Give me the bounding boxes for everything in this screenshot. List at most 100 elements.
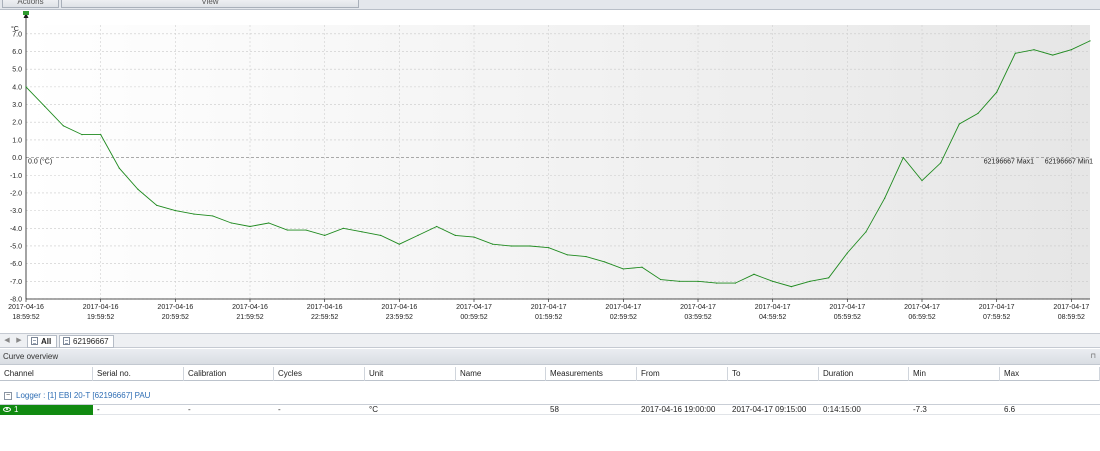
data-point <box>772 280 774 282</box>
x-tick-date: 2017-04-16 <box>232 304 268 311</box>
ribbon-tab-actions[interactable]: Actions <box>2 0 59 8</box>
column-header-serial[interactable]: Serial no. <box>93 367 184 381</box>
data-point <box>436 225 438 228</box>
x-tick-time: 19:59:52 <box>87 314 114 321</box>
column-header-from[interactable]: From <box>637 367 728 381</box>
ribbon-tab-view[interactable]: View <box>61 0 359 8</box>
x-tick-date: 2017-04-17 <box>456 304 492 311</box>
data-point <box>977 112 979 114</box>
data-point <box>884 197 886 199</box>
y-unit-label: °C <box>11 25 19 33</box>
tab-scroll-right-icon[interactable]: ▶ <box>14 336 24 346</box>
y-tick-label: -8.0 <box>10 297 22 304</box>
x-tick-date: 2017-04-17 <box>531 304 567 311</box>
x-tick-date: 2017-04-16 <box>157 304 193 311</box>
x-tick-time: 06:59:52 <box>908 314 935 321</box>
column-header-name[interactable]: Name <box>456 367 546 381</box>
data-point <box>548 247 550 249</box>
data-point <box>902 156 904 159</box>
logger-group-row[interactable]: − Logger : [1] EBI 20-T [62196667] PAU <box>0 389 1100 403</box>
x-tick-date: 2017-04-17 <box>904 304 940 311</box>
data-point <box>753 273 755 275</box>
data-point <box>734 282 736 284</box>
column-header-measurements[interactable]: Measurements <box>546 367 637 381</box>
data-point <box>324 234 326 236</box>
data-point <box>473 236 475 238</box>
table-header: Channel Serial no. Calibration Cycles Un… <box>0 367 1100 381</box>
data-point <box>1052 54 1054 56</box>
y-tick-label: 1.0 <box>12 137 22 144</box>
document-icon <box>63 337 70 345</box>
data-point <box>622 268 624 270</box>
data-point <box>716 282 718 284</box>
x-tick-time: 23:59:52 <box>386 314 413 321</box>
data-point <box>361 231 363 233</box>
channel-value: 1 <box>14 405 19 414</box>
column-header-duration[interactable]: Duration <box>819 367 909 381</box>
data-point <box>380 234 382 236</box>
column-header-min[interactable]: Min <box>909 367 1000 381</box>
data-point <box>118 167 120 169</box>
x-tick-date: 2017-04-17 <box>829 304 865 311</box>
x-tick-date: 2017-04-17 <box>1053 304 1089 311</box>
data-point <box>958 123 960 125</box>
x-tick-date: 2017-04-17 <box>680 304 716 311</box>
data-point <box>156 204 158 206</box>
data-point <box>193 213 195 215</box>
data-point <box>1070 49 1072 51</box>
y-tick-label: 5.0 <box>12 67 22 74</box>
data-point <box>417 234 419 236</box>
y-tick-label: -2.0 <box>10 190 22 197</box>
data-point <box>790 286 792 288</box>
curve-overview-panel: Curve overview ⊓ Channel Serial no. Cali… <box>0 349 1100 451</box>
channel-cell[interactable]: 1 <box>0 405 93 415</box>
column-header-max[interactable]: Max <box>1000 367 1100 381</box>
unit-cell: °C <box>369 405 378 414</box>
temperature-chart[interactable]: 7.06.05.04.03.02.01.00.0-1.0-2.0-3.0-4.0… <box>0 11 1100 333</box>
calibration-cell: - <box>188 405 191 414</box>
data-point <box>44 105 46 107</box>
measurements-cell: 58 <box>550 405 559 414</box>
tab-scroll-left-icon[interactable]: ◀ <box>2 336 12 346</box>
data-point <box>921 179 923 182</box>
x-tick-time: 07:59:52 <box>983 314 1010 321</box>
app-window: Actions View 7.0 6.0 5.0 4.0 3.0 2.0 1.0 0.0 -1.… <box>0 0 1100 451</box>
document-icon <box>31 337 38 345</box>
table-row[interactable]: 1 - - - °C 58 2017-04-16 19:00:00 2017-0… <box>0 404 1100 415</box>
column-header-channel[interactable]: Channel <box>0 367 93 381</box>
tab-strip: ◀ ▶ All 62196667 <box>0 333 1100 348</box>
min-cell: -7.3 <box>913 405 927 414</box>
column-header-unit[interactable]: Unit <box>365 367 456 381</box>
curve-overview-header: Curve overview ⊓ <box>0 349 1100 365</box>
y-tick-label: -6.0 <box>10 261 22 268</box>
column-header-to[interactable]: To <box>728 367 819 381</box>
tab-all[interactable]: All <box>27 335 57 348</box>
data-point <box>305 229 307 231</box>
tab-logger-label: 62196667 <box>73 337 109 346</box>
column-header-calibration[interactable]: Calibration <box>184 367 274 381</box>
data-point <box>398 243 400 245</box>
data-point <box>529 245 531 247</box>
data-point <box>212 215 214 217</box>
column-header-cycles[interactable]: Cycles <box>274 367 365 381</box>
eye-icon[interactable] <box>3 407 11 412</box>
x-tick-time: 00:59:52 <box>460 314 487 321</box>
data-point <box>174 210 176 212</box>
pin-icon[interactable]: ⊓ <box>1091 352 1096 360</box>
data-point <box>585 255 587 258</box>
data-point <box>846 252 848 254</box>
x-tick-date: 2017-04-16 <box>307 304 343 311</box>
chart-area[interactable]: 7.0 6.0 5.0 4.0 3.0 2.0 1.0 0.0 -1.0 -2.0 -3.0 -4.0… <box>0 11 1100 333</box>
y-tick-label: 6.0 <box>12 49 22 56</box>
y-tick-label: -5.0 <box>10 243 22 250</box>
collapse-toggle-icon[interactable]: − <box>4 392 12 400</box>
data-point <box>828 277 830 279</box>
max-limit-label: 62196667 Max1 <box>984 159 1034 166</box>
x-tick-time: 02:59:52 <box>610 314 637 321</box>
curve-overview-title: Curve overview <box>3 352 59 361</box>
data-point <box>25 86 27 88</box>
y-tick-label: -7.0 <box>10 279 22 286</box>
min-limit-label: 62196667 Min1 <box>1045 159 1093 166</box>
ribbon-bar: Actions View <box>0 0 1100 10</box>
tab-logger-62196667[interactable]: 62196667 <box>59 335 114 348</box>
